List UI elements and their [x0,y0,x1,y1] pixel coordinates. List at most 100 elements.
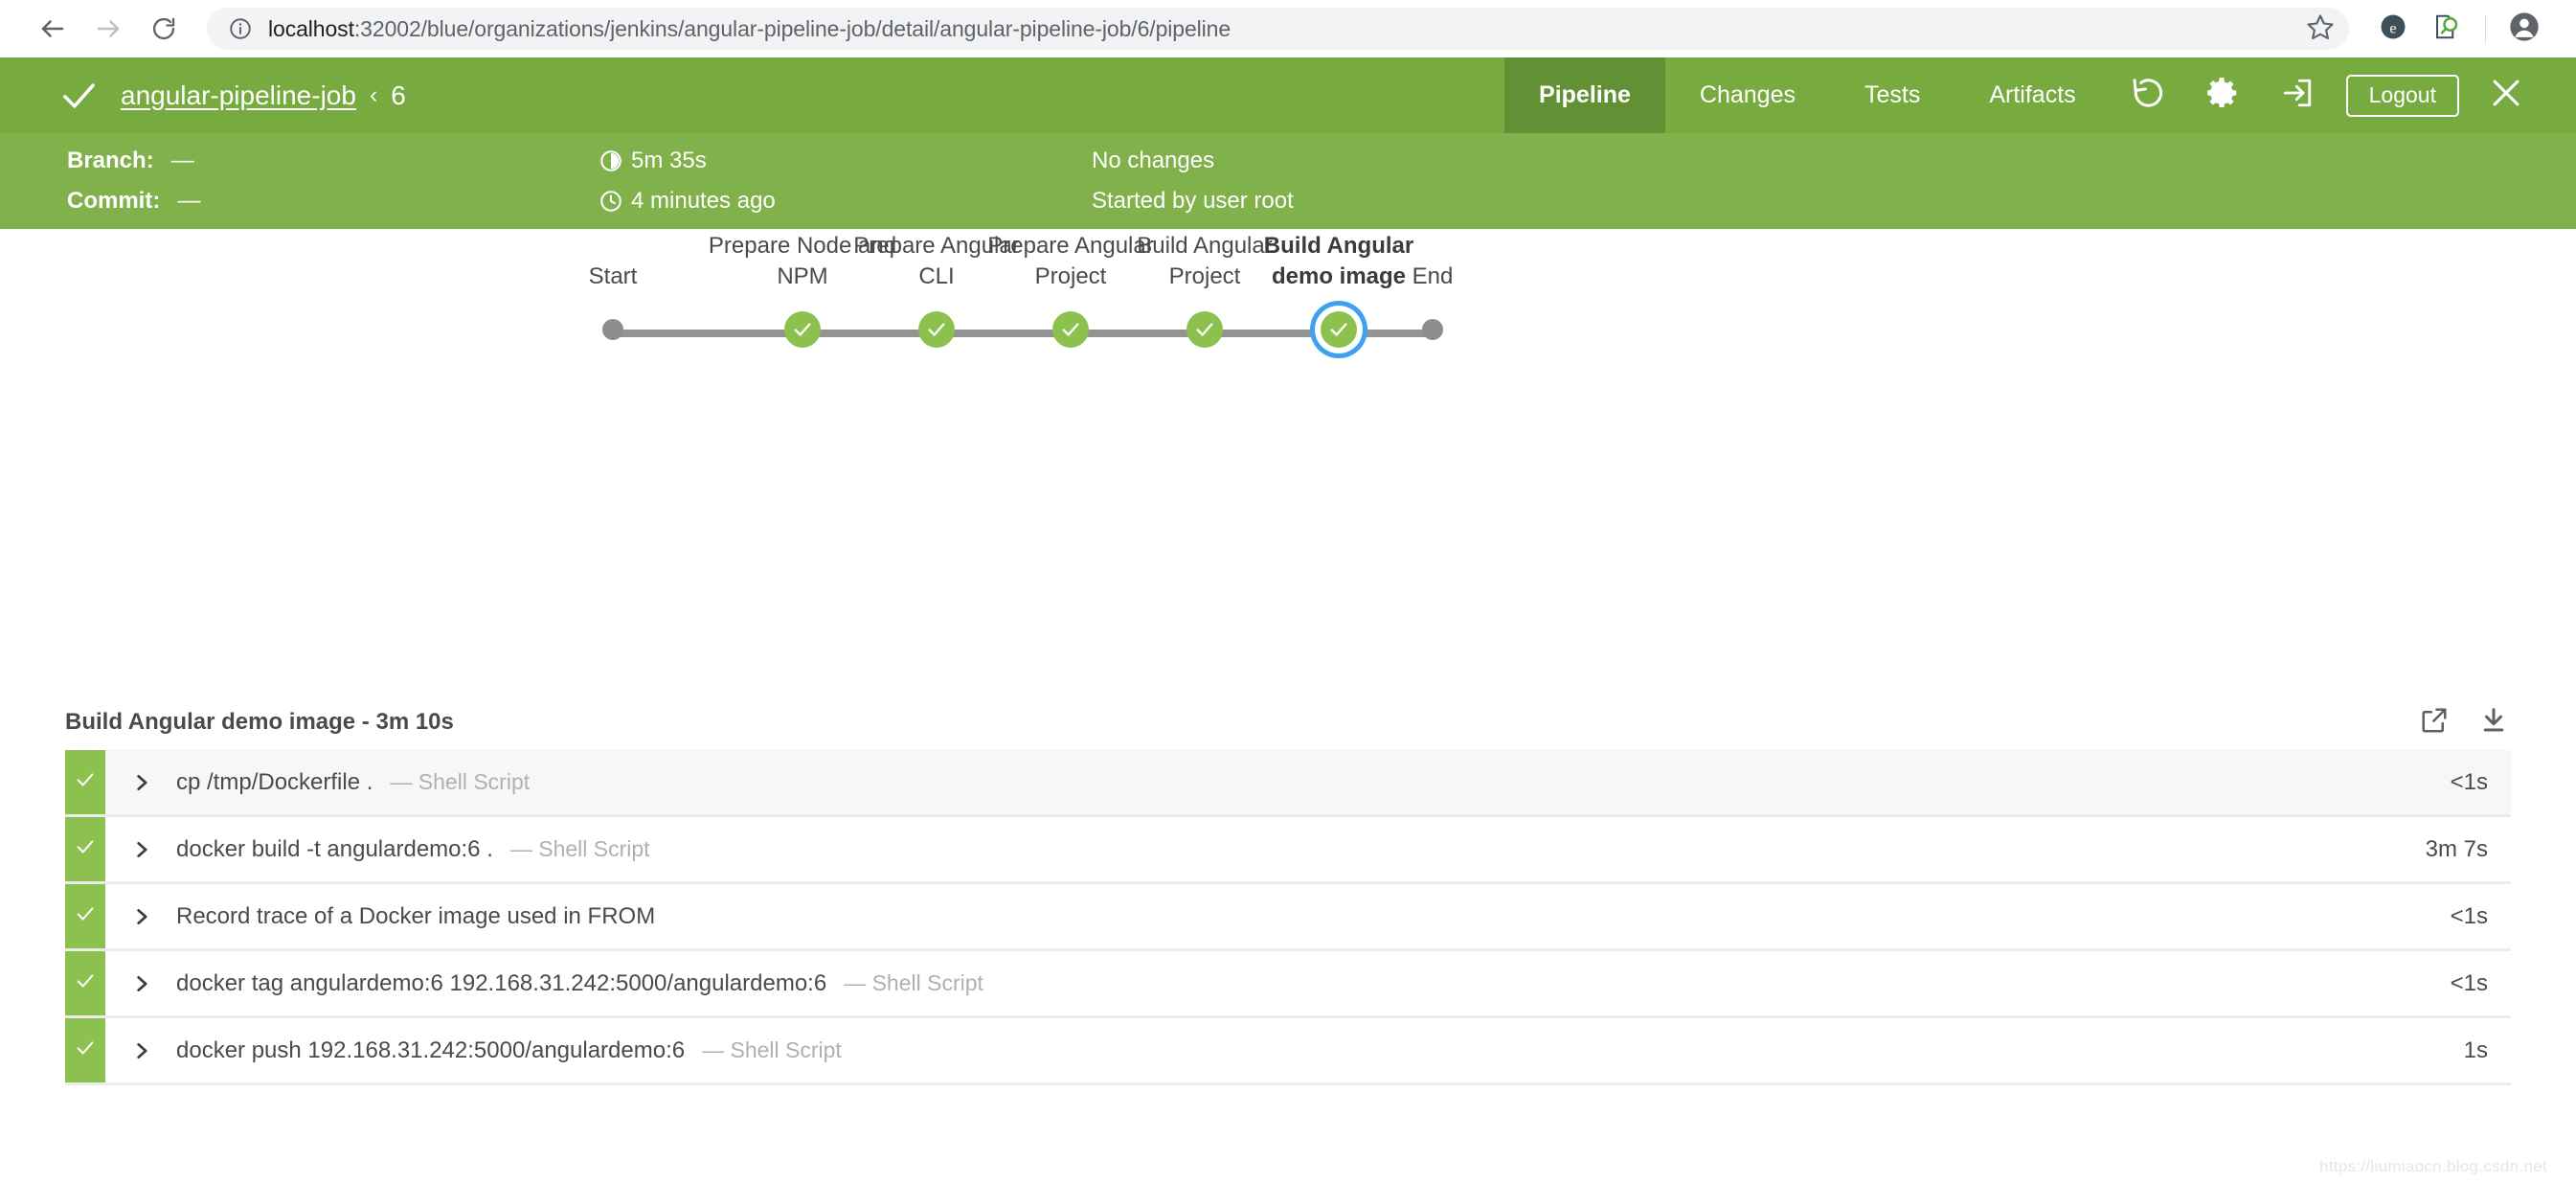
tab-artifacts[interactable]: Artifacts [1955,57,2110,133]
step-body[interactable]: docker tag angulardemo:6 192.168.31.242:… [105,951,2319,1015]
branch-label: Branch: [67,148,154,173]
download-log-button[interactable] [2476,705,2511,740]
stage-status-success-icon [1186,311,1223,348]
table-row[interactable]: cp /tmp/Dockerfile . — Shell Script <1s [65,750,2511,817]
changes-row: No changes [1092,148,1294,174]
arrow-right-icon [94,14,123,43]
step-body[interactable]: Record trace of a Docker image used in F… [105,884,2319,948]
url-path: :32002/blue/organizations/jenkins/angula… [353,15,1232,41]
meta-time-row: 4 minutes ago [599,188,1092,215]
chevron-right-icon[interactable] [132,773,151,792]
stopwatch-icon [599,148,631,173]
branch-value: — [170,148,194,173]
extension-button-two[interactable] [2420,2,2474,56]
table-row[interactable]: docker tag angulardemo:6 192.168.31.242:… [65,951,2511,1018]
stage-status-success-icon [784,311,821,348]
check-icon [75,1037,96,1063]
url-text: localhost:32002/blue/organizations/jenki… [268,16,1231,42]
step-type-label: — Shell Script [509,836,650,861]
address-bar[interactable]: localhost:32002/blue/organizations/jenki… [207,8,2349,50]
stage-status-success-icon [1052,311,1089,348]
start-node-dot [602,319,623,340]
download-icon [2479,706,2508,740]
meta-branch-commit: Branch: — Commit: — [67,148,599,215]
url-host: localhost [268,15,354,41]
step-type-label: — Shell Script [390,769,531,794]
table-row[interactable]: docker build -t angulardemo:6 . — Shell … [65,817,2511,884]
chevron-right-icon[interactable] [132,907,151,926]
step-label: cp /tmp/Dockerfile . [176,768,373,795]
stage-node-start[interactable]: Start [517,229,709,340]
header-title-zone: angular-pipeline-job ‹ 6 [0,57,1504,133]
commit-value: — [177,188,201,214]
info-circle-icon[interactable] [228,16,253,41]
step-body[interactable]: docker push 192.168.31.242:5000/angulard… [105,1018,2319,1082]
reload-button[interactable] [136,1,192,57]
build-meta-bar: Branch: — Commit: — 5m 35s 4 minutes ago… [0,133,2576,229]
step-body[interactable]: docker build -t angulardemo:6 . — Shell … [105,817,2319,881]
step-duration: 3m 7s [2425,835,2488,862]
step-status-success [65,750,105,814]
table-row[interactable]: Record trace of a Docker image used in F… [65,884,2511,951]
page-root: localhost:32002/blue/organizations/jenki… [0,0,2576,1184]
open-log-in-new-window-button[interactable] [2417,705,2452,740]
toolbar-divider [2485,14,2486,43]
job-name-link[interactable]: angular-pipeline-job [121,80,356,111]
step-duration: <1s [2450,768,2488,795]
forward-button[interactable] [80,1,136,57]
back-button[interactable] [25,1,80,57]
step-status-success [65,817,105,881]
step-type-label: — Shell Script [702,1037,842,1062]
started-by-row: Started by user root [1092,188,1294,215]
changes-text: No changes [1092,148,1215,173]
step-label: docker tag angulardemo:6 192.168.31.242:… [176,969,827,996]
stage-status-success-icon [1321,311,1357,348]
chevron-right-icon[interactable] [132,974,151,993]
extension-icon: e [2379,12,2407,46]
browser-extension-area: e [2366,2,2551,56]
arrow-left-icon [38,14,67,43]
extension-button-one[interactable]: e [2366,2,2420,56]
tab-tests[interactable]: Tests [1830,57,1955,133]
logout-arrow-button[interactable] [2260,57,2335,133]
steps-panel-title: Build Angular demo image - 3m 10s [65,709,454,735]
meta-branch-row: Branch: — [67,148,599,174]
tab-changes[interactable]: Changes [1665,57,1830,133]
svg-text:e: e [2389,19,2396,36]
meta-duration-row: 5m 35s [599,148,1092,174]
step-label: docker build -t angulardemo:6 . [176,835,493,862]
logout-arrow-icon [2280,76,2315,115]
meta-timing: 5m 35s 4 minutes ago [599,148,1092,215]
relative-time-value: 4 minutes ago [631,188,776,214]
step-status-success [65,951,105,1015]
close-button[interactable] [2469,57,2543,133]
settings-button[interactable] [2185,57,2260,133]
duration-value: 5m 35s [631,148,707,173]
star-icon [2306,12,2335,46]
rerun-button[interactable] [2111,57,2185,133]
table-row[interactable]: docker push 192.168.31.242:5000/angulard… [65,1018,2511,1085]
steps-panel: Build Angular demo image - 3m 10s cp /tm… [0,694,2576,1085]
close-icon [2488,75,2524,116]
check-icon [75,836,96,862]
stage-label: Start [588,263,638,289]
steps-panel-header: Build Angular demo image - 3m 10s [65,694,2511,750]
page-watermark: https://liumiaocn.blog.csdn.net [2319,1157,2547,1175]
step-status-success [65,884,105,948]
logout-button[interactable]: Logout [2345,74,2459,117]
stage-node-end[interactable]: End [1337,229,1528,340]
rerun-icon [2130,75,2166,116]
graph-connector [613,330,1341,337]
tab-pipeline[interactable]: Pipeline [1504,57,1665,133]
chevron-right-icon[interactable] [132,840,151,859]
step-body[interactable]: cp /tmp/Dockerfile . — Shell Script [105,750,2319,814]
stage-label: End [1412,263,1454,289]
chevron-right-icon[interactable] [132,1041,151,1060]
step-label: docker push 192.168.31.242:5000/angulard… [176,1036,686,1063]
bookmark-button[interactable] [2292,8,2349,50]
commit-label: Commit: [67,188,161,214]
jenkins-header: angular-pipeline-job ‹ 6 Pipeline Change… [0,57,2576,133]
profile-button[interactable] [2497,2,2551,56]
meta-changes: No changes Started by user root [1092,148,1294,215]
magnifier-extension-icon [2432,12,2461,46]
